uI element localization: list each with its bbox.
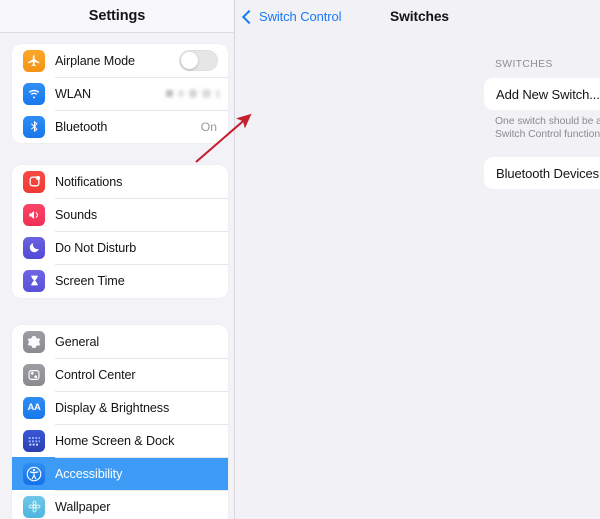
wlan-network-name-redacted [166, 89, 220, 98]
sidebar-item-label: Accessibility [55, 466, 123, 481]
bluetooth-status-value: On [200, 119, 217, 134]
back-button-label: Switch Control [259, 9, 342, 24]
sidebar-group-alerts: Notifications Sounds Do Not Disturb Scre… [12, 165, 228, 298]
sidebar-item-label: Screen Time [55, 273, 125, 288]
bluetooth-devices-row[interactable]: Bluetooth Devices... [484, 157, 600, 189]
sidebar-item-do-not-disturb[interactable]: Do Not Disturb [12, 231, 228, 264]
sidebar-item-accessibility[interactable]: Accessibility [12, 457, 228, 490]
sidebar-item-control-center[interactable]: Control Center [12, 358, 228, 391]
airplane-icon [23, 49, 45, 72]
sidebar-item-label: General [55, 334, 100, 349]
sidebar-item-bluetooth[interactable]: Bluetooth On [12, 110, 228, 143]
sidebar-item-label: Home Screen & Dock [55, 433, 175, 448]
sidebar-item-wlan[interactable]: WLAN [12, 77, 228, 110]
sidebar-item-label: Control Center [55, 367, 136, 382]
flower-icon [23, 495, 45, 518]
sidebar-item-label: Bluetooth [55, 119, 108, 134]
chevron-left-icon [241, 9, 257, 24]
sidebar-header: Settings [0, 0, 234, 33]
sidebar-item-display-brightness[interactable]: AA Display & Brightness [12, 391, 228, 424]
notifications-icon [23, 170, 45, 193]
sidebar-item-label: Airplane Mode [55, 53, 135, 68]
row-label: Bluetooth Devices... [496, 165, 600, 181]
sidebar-item-label: Sounds [55, 207, 98, 222]
gear-icon [23, 330, 45, 353]
sidebar-item-label: Display & Brightness [55, 400, 170, 415]
sidebar-item-label: WLAN [55, 86, 91, 101]
sidebar-item-home-screen-dock[interactable]: Home Screen & Dock [12, 424, 228, 457]
accessibility-icon [23, 462, 45, 485]
sidebar-item-label: Wallpaper [55, 499, 111, 514]
sidebar-item-airplane-mode[interactable]: Airplane Mode [12, 44, 228, 77]
sidebar-item-general[interactable]: General [12, 325, 228, 358]
settings-sidebar: Settings Airplane Mode WLAN Bluetooth On… [0, 0, 235, 519]
airplane-mode-toggle[interactable] [179, 50, 218, 71]
sidebar-item-sounds[interactable]: Sounds [12, 198, 228, 231]
detail-header: Switch Control Switches [236, 0, 600, 33]
add-new-switch-row[interactable]: Add New Switch... [484, 78, 600, 110]
back-button-switch-control[interactable]: Switch Control [241, 9, 342, 24]
sidebar-group-system: General Control Center AA Display & Brig… [12, 325, 228, 519]
hourglass-icon [23, 269, 45, 292]
aa-icon: AA [23, 396, 45, 419]
wifi-icon [23, 82, 45, 105]
switches-detail-pane: Switch Control Switches SWITCHES Add New… [236, 0, 600, 519]
switches-footnote: One switch should be assigned to the Sel… [495, 116, 600, 140]
detail-title: Switches [390, 9, 450, 24]
sidebar-item-notifications[interactable]: Notifications [12, 165, 228, 198]
ipad-settings-screen: Settings Airplane Mode WLAN Bluetooth On… [0, 0, 600, 519]
bluetooth-icon [23, 115, 45, 138]
sidebar-item-label: Notifications [55, 174, 123, 189]
sidebar-group-connectivity: Airplane Mode WLAN Bluetooth On [12, 44, 228, 143]
row-label: Add New Switch... [496, 86, 600, 102]
page-title: Settings [88, 8, 146, 24]
sliders-icon [23, 363, 45, 386]
toggle-knob [181, 52, 198, 69]
moon-icon [23, 236, 45, 259]
sidebar-item-label: Do Not Disturb [55, 240, 137, 255]
sidebar-item-wallpaper[interactable]: Wallpaper [12, 490, 228, 519]
section-header-switches: SWITCHES [495, 59, 553, 70]
sidebar-item-screen-time[interactable]: Screen Time [12, 264, 228, 297]
grid-icon [23, 429, 45, 452]
sounds-icon [23, 203, 45, 226]
